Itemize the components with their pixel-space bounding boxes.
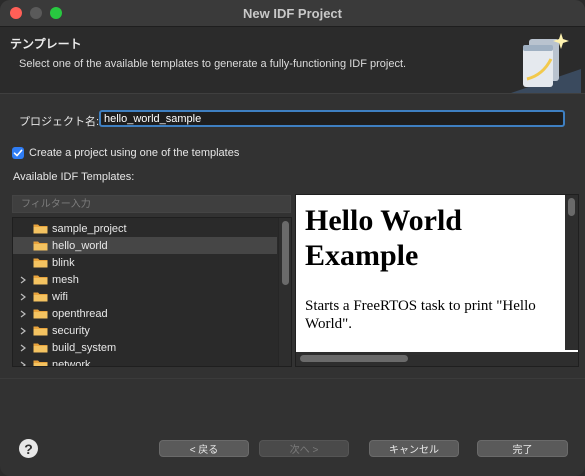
template-filter-input[interactable] bbox=[12, 195, 291, 213]
page-description: Select one of the available templates to… bbox=[19, 58, 407, 70]
finish-button[interactable]: 完了 bbox=[477, 440, 568, 457]
wizard-header: テンプレート Select one of the available templ… bbox=[0, 27, 585, 94]
template-item-label: sample_project bbox=[52, 222, 127, 235]
available-templates-label: Available IDF Templates: bbox=[13, 171, 135, 183]
template-item-label: mesh bbox=[52, 273, 79, 286]
use-template-row[interactable]: Create a project using one of the templa… bbox=[12, 146, 239, 160]
chevron-right-icon[interactable] bbox=[19, 344, 27, 352]
use-template-checkbox[interactable] bbox=[12, 147, 24, 159]
footer-divider bbox=[0, 378, 585, 379]
page-title: テンプレート bbox=[10, 37, 82, 51]
chevron-right-icon[interactable] bbox=[19, 361, 27, 366]
new-idf-project-dialog: New IDF Project テンプレート Select one of the… bbox=[0, 0, 585, 476]
preview-hscrollbar-thumb[interactable] bbox=[300, 355, 408, 362]
template-item[interactable]: openthread bbox=[13, 305, 277, 322]
template-item-label: openthread bbox=[52, 307, 108, 320]
template-item[interactable]: build_system bbox=[13, 339, 277, 356]
title-bar: New IDF Project bbox=[0, 0, 585, 27]
template-item-label: network bbox=[52, 358, 91, 367]
folder-icon bbox=[33, 291, 48, 302]
back-button[interactable]: < 戻る bbox=[159, 440, 249, 457]
window-title: New IDF Project bbox=[243, 6, 342, 21]
template-item-label: build_system bbox=[52, 341, 117, 354]
template-item[interactable]: security bbox=[13, 322, 277, 339]
folder-icon bbox=[33, 342, 48, 353]
project-name-input[interactable] bbox=[99, 110, 565, 127]
next-button[interactable]: 次へ > bbox=[259, 440, 349, 457]
preview-vscrollbar-thumb[interactable] bbox=[568, 198, 575, 216]
preview-vscrollbar-track[interactable] bbox=[565, 195, 578, 350]
template-item-label: security bbox=[52, 324, 90, 337]
checkmark-icon bbox=[13, 149, 23, 157]
use-template-label: Create a project using one of the templa… bbox=[29, 147, 240, 159]
preview-body: Starts a FreeRTOS task to print "Hello W… bbox=[305, 298, 536, 332]
template-item[interactable]: sample_project bbox=[13, 220, 277, 237]
template-item-label: blink bbox=[52, 256, 75, 269]
template-item[interactable]: hello_world bbox=[13, 237, 277, 254]
folder-icon bbox=[33, 308, 48, 319]
folder-icon bbox=[33, 274, 48, 285]
wizard-banner-icon bbox=[509, 29, 581, 93]
folder-icon bbox=[33, 240, 48, 251]
folder-icon bbox=[33, 325, 48, 336]
template-item-label: hello_world bbox=[52, 239, 108, 252]
chevron-right-icon[interactable] bbox=[19, 310, 27, 318]
cancel-button[interactable]: キャンセル bbox=[369, 440, 459, 457]
chevron-right-icon[interactable] bbox=[19, 327, 27, 335]
template-item[interactable]: mesh bbox=[13, 271, 277, 288]
template-item[interactable]: network bbox=[13, 356, 277, 367]
tree-scrollbar-thumb[interactable] bbox=[282, 221, 289, 285]
template-tree[interactable]: network build_system security openthread wif… bbox=[12, 217, 292, 367]
template-item[interactable]: blink bbox=[13, 254, 277, 271]
preview-heading: Hello World Example bbox=[305, 204, 462, 272]
template-item[interactable]: wifi bbox=[13, 288, 277, 305]
help-button[interactable]: ? bbox=[19, 439, 38, 458]
folder-icon bbox=[33, 223, 48, 234]
chevron-right-icon[interactable] bbox=[19, 276, 27, 284]
template-preview: Hello World Example Starts a FreeRTOS ta… bbox=[295, 194, 579, 367]
chevron-right-icon[interactable] bbox=[19, 293, 27, 301]
folder-icon bbox=[33, 257, 48, 268]
folder-icon bbox=[33, 359, 48, 366]
template-item-label: wifi bbox=[52, 290, 68, 303]
project-name-label: プロジェクト名: bbox=[19, 116, 100, 128]
